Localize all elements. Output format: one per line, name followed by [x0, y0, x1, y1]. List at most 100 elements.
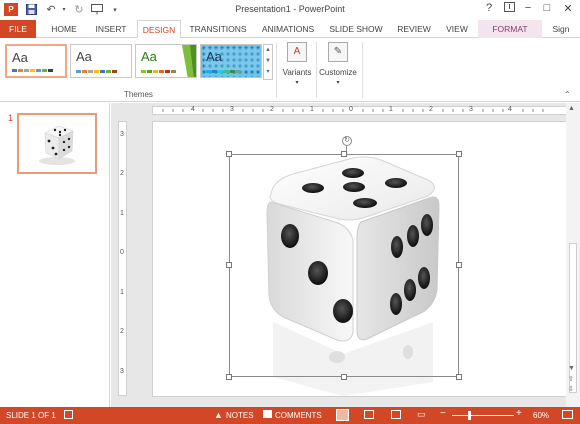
ruler-label: 4: [508, 106, 512, 113]
normal-view-icon[interactable]: [336, 409, 349, 421]
rotate-handle-icon[interactable]: ↻: [342, 136, 352, 146]
spell-check-icon[interactable]: [64, 410, 73, 419]
resize-handle[interactable]: [456, 151, 462, 157]
resize-handle[interactable]: [341, 374, 347, 380]
slide-size-icon: ✎: [328, 42, 348, 62]
next-slide-icon[interactable]: ⇩: [568, 385, 574, 393]
ruler-label: 0: [120, 249, 124, 256]
scroll-down-icon[interactable]: ▼: [568, 365, 575, 372]
comments-icon[interactable]: [263, 410, 272, 418]
ruler-label: 0: [349, 106, 353, 113]
gallery-up-icon[interactable]: ▲: [264, 45, 272, 56]
zoom-slider-track[interactable]: [452, 415, 514, 416]
tab-transitions[interactable]: TRANSITIONS: [186, 20, 250, 38]
theme-sample-text: Aa: [206, 49, 222, 64]
theme-color-swatches: [206, 70, 241, 73]
ribbon-display-options-icon[interactable]: [501, 2, 517, 17]
ruler-label: 2: [270, 106, 274, 113]
ribbon: Aa Aa Aa Aa ▲ ▼ ▾ A Variants ▾ ✎ Customi…: [0, 38, 580, 102]
ruler-label: 1: [389, 106, 393, 113]
tab-format[interactable]: FORMAT: [478, 20, 542, 38]
theme-office-2[interactable]: Aa: [70, 44, 132, 78]
tab-view[interactable]: VIEW: [441, 20, 473, 38]
themes-group-label: Themes: [124, 90, 153, 99]
help-icon[interactable]: ?: [481, 2, 497, 17]
slide-thumbnail-pane: 1: [0, 103, 110, 407]
resize-handle[interactable]: [226, 262, 232, 268]
customize-button[interactable]: ✎ Customize ▾: [316, 42, 360, 86]
resize-handle[interactable]: [341, 151, 347, 157]
resize-handle[interactable]: [456, 262, 462, 268]
resize-handle[interactable]: [456, 374, 462, 380]
ribbon-separator: [276, 42, 277, 98]
zoom-slider-thumb[interactable]: [468, 411, 471, 420]
horizontal-ruler[interactable]: 4 3 2 1 0 1 2 3 4: [152, 106, 568, 115]
ruler-label: 2: [120, 170, 124, 177]
ruler-label: 1: [120, 210, 124, 217]
variants-label: Variants: [282, 68, 312, 77]
tab-review[interactable]: REVIEW: [392, 20, 436, 38]
notes-button[interactable]: NOTES: [226, 411, 254, 420]
theme-gallery-scroll[interactable]: ▲ ▼ ▾: [263, 44, 273, 80]
tab-design[interactable]: DESIGN: [137, 20, 181, 39]
ruler-ticks: [162, 109, 544, 112]
slide-number: 1: [8, 113, 14, 123]
vertical-ruler[interactable]: 3 2 1 0 1 2 3: [118, 121, 127, 396]
theme-color-swatches: [76, 70, 117, 73]
notes-icon[interactable]: ▲: [214, 410, 223, 420]
theme-color-swatches: [12, 69, 53, 72]
collapse-ribbon-icon[interactable]: ⌃: [564, 90, 571, 99]
tab-slide-show[interactable]: SLIDE SHOW: [326, 20, 386, 38]
zoom-out-icon[interactable]: −: [440, 408, 446, 419]
gallery-down-icon[interactable]: ▼: [264, 56, 272, 67]
ribbon-tabs: FILE HOME INSERT DESIGN TRANSITIONS ANIM…: [0, 20, 580, 39]
chevron-down-icon: ▾: [295, 80, 299, 86]
variants-button[interactable]: A Variants ▾: [280, 42, 314, 86]
theme-facet[interactable]: Aa: [135, 44, 197, 78]
ruler-label: 4: [191, 106, 195, 113]
ruler-label: 1: [120, 289, 124, 296]
ruler-label: 1: [310, 106, 314, 113]
tab-animations[interactable]: ANIMATIONS: [256, 20, 320, 38]
ruler-label: 2: [120, 328, 124, 335]
customize-label: Customize: [319, 68, 357, 77]
previous-slide-icon[interactable]: ⇧: [568, 375, 574, 383]
gallery-more-icon[interactable]: ▾: [264, 67, 272, 78]
vertical-scrollbar[interactable]: ▲ ▼ ⇧ ⇩: [566, 103, 580, 407]
resize-handle[interactable]: [226, 151, 232, 157]
minimize-button[interactable]: −: [520, 2, 536, 17]
comments-button[interactable]: COMMENTS: [275, 411, 322, 420]
ruler-label: 3: [120, 368, 124, 375]
sign-in-link[interactable]: Sign: [547, 20, 575, 38]
tab-file[interactable]: FILE: [0, 20, 36, 38]
close-button[interactable]: ✕: [560, 2, 576, 17]
theme-sample-text: Aa: [12, 50, 28, 65]
variants-icon: A: [287, 42, 307, 62]
tab-home[interactable]: HOME: [44, 20, 84, 38]
slide-canvas[interactable]: ↻: [152, 121, 568, 397]
chevron-down-icon: ▾: [336, 80, 340, 86]
ruler-label: 2: [429, 106, 433, 113]
slide-thumbnail[interactable]: [17, 113, 97, 174]
slide-show-icon[interactable]: ▭: [417, 409, 426, 420]
zoom-in-icon[interactable]: +: [516, 408, 522, 419]
dice-thumbnail-image: [39, 125, 75, 165]
slide-count: SLIDE 1 OF 1: [6, 411, 56, 420]
ruler-label: 3: [230, 106, 234, 113]
maximize-button[interactable]: □: [539, 2, 555, 17]
theme-office[interactable]: Aa: [5, 44, 67, 78]
slide-sorter-icon[interactable]: [364, 410, 374, 419]
resize-handle[interactable]: [226, 374, 232, 380]
theme-sample-text: Aa: [76, 49, 92, 64]
ruler-label: 3: [120, 131, 124, 138]
scroll-up-icon[interactable]: ▲: [568, 105, 575, 112]
tab-insert[interactable]: INSERT: [90, 20, 132, 38]
fit-slide-icon[interactable]: [562, 410, 573, 419]
zoom-level[interactable]: 60%: [533, 411, 549, 420]
selection-frame: [229, 154, 459, 377]
theme-integral[interactable]: Aa: [200, 44, 262, 78]
title-bar: P ↶ ▾ ↻ ▾ Presentation1 - PowerPoint ? −…: [0, 0, 580, 20]
ribbon-separator: [362, 42, 363, 98]
ruler-label: 3: [469, 106, 473, 113]
reading-view-icon[interactable]: [391, 410, 401, 419]
